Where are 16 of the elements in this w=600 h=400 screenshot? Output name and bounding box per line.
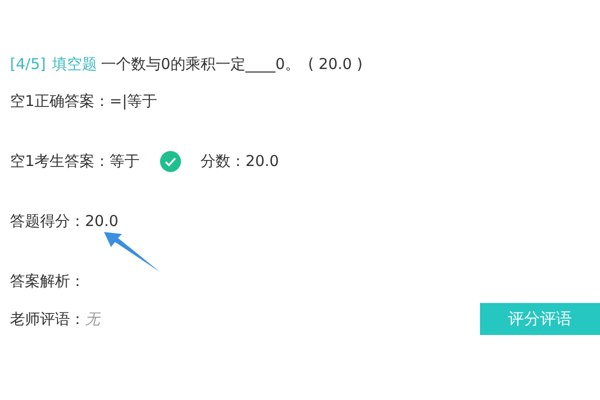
rate-comment-button[interactable]: 评分评语 (480, 303, 600, 335)
analysis-label: 答案解析： (10, 272, 85, 290)
student-answer-label: 空1考生答案： (10, 152, 110, 170)
comment-label: 老师评语： (10, 310, 85, 328)
student-answer-value: 等于 (110, 152, 140, 170)
correct-answer-value: =|等于 (110, 92, 158, 110)
total-score-value: 20.0 (85, 212, 118, 230)
score-value: 20.0 (246, 152, 279, 170)
comment-value: 无 (85, 310, 100, 328)
question-index: [4/5] (10, 55, 46, 73)
correct-answer-label: 空1正确答案： (10, 92, 110, 110)
question-points: ( 20.0 ) (308, 55, 363, 73)
question-type: 填空题 (52, 54, 97, 74)
total-score-label: 答题得分： (10, 212, 85, 230)
question-text: 一个数与0的乘积一定____0。 (100, 54, 300, 74)
score-label: 分数： (200, 152, 246, 170)
